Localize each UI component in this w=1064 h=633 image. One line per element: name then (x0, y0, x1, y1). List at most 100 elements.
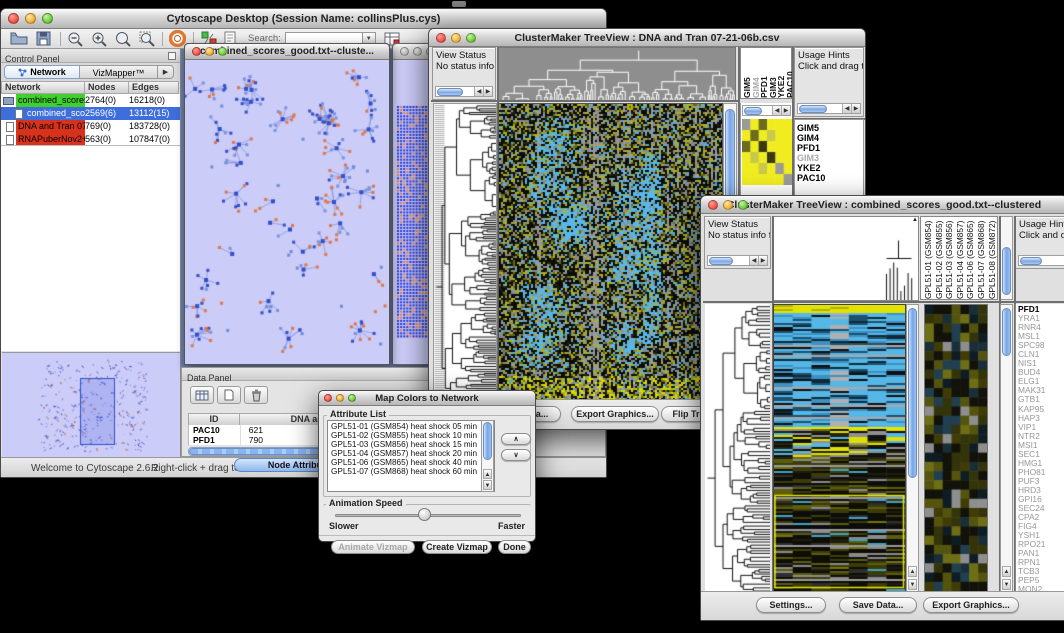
scroll-down-icon[interactable]: ▼ (483, 480, 492, 490)
close-icon[interactable] (192, 47, 201, 56)
minimize-icon[interactable] (336, 394, 344, 402)
view-status-hscrollbar[interactable]: ◀ ▶ (435, 86, 493, 97)
scroll-up-icon[interactable]: ▲ (908, 566, 917, 577)
attribute-item[interactable]: GPL51-04 (GSM857) heat shock 20 min (328, 449, 494, 458)
zoom-window-icon[interactable] (738, 200, 748, 210)
minimize-icon[interactable] (413, 47, 422, 56)
heatmap-global-1[interactable] (498, 103, 723, 401)
scroll-down-icon[interactable]: ▼ (1002, 579, 1011, 590)
zoom-window-icon[interactable] (466, 33, 476, 43)
scroll-right-icon[interactable]: ▶ (851, 104, 860, 113)
row-dendrogram-1[interactable] (433, 103, 497, 401)
animate-vizmap-button[interactable]: Animate Vizmap (331, 540, 415, 554)
scroll-down-icon[interactable]: ▼ (908, 579, 917, 590)
hscroll-thumb[interactable] (709, 257, 733, 265)
attribute-item[interactable]: GPL51-07 (GSM868) heat shock 60 min (328, 467, 494, 476)
minimize-icon[interactable] (723, 200, 733, 210)
treeview-button[interactable]: Export Graphics... (923, 597, 1019, 613)
close-icon[interactable] (400, 47, 409, 56)
gene-label[interactable]: PFD1 (795, 143, 863, 153)
scroll-right-icon[interactable]: ▶ (758, 256, 767, 265)
close-icon[interactable] (708, 200, 718, 210)
column-dendrogram-1[interactable] (498, 47, 736, 101)
minimize-icon[interactable] (205, 47, 214, 56)
heatmap-zoom-2[interactable] (924, 304, 988, 592)
move-attribute-up-button[interactable]: ∧ (501, 433, 531, 445)
zoom-in-icon[interactable] (91, 31, 108, 47)
treeview-button[interactable]: Save Data... (839, 597, 917, 613)
create-vizmap-button[interactable]: Create Vizmap (422, 540, 492, 554)
delete-attribute-icon[interactable] (244, 386, 268, 404)
network-tree-row[interactable]: DNA and Tran 07769(0)183728(0) (1, 120, 180, 133)
attribute-select-icon[interactable] (190, 386, 214, 404)
genelist-vscrollbar[interactable]: ▲ ▼ (1000, 304, 1013, 592)
gene-label[interactable]: YKE2 (795, 163, 863, 173)
col-header-nodes[interactable]: Nodes (85, 81, 129, 94)
gene-label[interactable]: GIM3 (795, 153, 863, 163)
hscroll-thumb[interactable] (437, 88, 463, 96)
scroll-up-icon[interactable]: ▲ (1002, 566, 1011, 577)
attribute-item[interactable]: GPL51-01 (GSM854) heat shock 05 min (328, 422, 494, 431)
tab-network[interactable]: Network (4, 65, 80, 79)
scroll-left-icon[interactable]: ◀ (749, 256, 758, 265)
gene-label[interactable]: GIM5 (795, 123, 863, 133)
labels-vscrollbar[interactable] (1000, 216, 1013, 300)
heatmap-global-2[interactable] (773, 304, 906, 594)
dialog-titlebar[interactable]: Map Colors to Network (319, 391, 535, 406)
minimize-icon[interactable] (25, 13, 36, 24)
close-icon[interactable] (8, 13, 19, 24)
divider[interactable] (431, 100, 738, 102)
save-icon[interactable] (36, 31, 51, 46)
network-tree-row[interactable]: combined_sco2569(6)13112(15) (1, 107, 180, 120)
attribute-item[interactable]: GPL51-03 (GSM856) heat shock 15 min (328, 440, 494, 449)
slider-thumb[interactable] (418, 508, 431, 521)
network-overview-navigator[interactable] (2, 352, 180, 457)
treeview-button[interactable]: Settings... (756, 597, 826, 613)
column-dendrogram-2[interactable] (773, 216, 919, 301)
zoom-fit-icon[interactable] (139, 31, 156, 47)
zoom-selected-icon[interactable] (115, 31, 132, 47)
row-dendrogram-2[interactable] (705, 304, 770, 592)
treeview2-titlebar[interactable]: ClusterMaker TreeView : combined_scores_… (701, 196, 1064, 214)
vscroll-thumb[interactable] (1002, 247, 1011, 295)
vscroll-thumb[interactable] (483, 422, 492, 460)
treeview1-titlebar[interactable]: ClusterMaker TreeView : DNA and Tran 07-… (429, 29, 865, 47)
view-status-hscrollbar[interactable]: ◀ ▶ (707, 255, 768, 266)
scroll-left-icon[interactable]: ◀ (474, 87, 483, 96)
attribute-item[interactable]: GPL51-02 (GSM855) heat shock 10 min (328, 431, 494, 440)
zoom-window-icon[interactable] (42, 13, 53, 24)
hscroll-thumb[interactable] (744, 107, 762, 115)
network-window-1-titlebar[interactable]: combined_scores_good.txt--cluste... (185, 44, 389, 60)
move-attribute-down-button[interactable]: ∨ (501, 449, 531, 461)
close-icon[interactable] (436, 33, 446, 43)
heatmap-zoom-mini[interactable] (742, 119, 792, 185)
zoom-window-icon[interactable] (218, 47, 227, 56)
vscroll-thumb[interactable] (908, 308, 917, 478)
close-icon[interactable] (324, 394, 332, 402)
minimize-icon[interactable] (451, 33, 461, 43)
hscroll-thumb[interactable] (799, 105, 827, 113)
tab-overflow-arrow[interactable]: ▶ (158, 65, 174, 79)
usage-hints-hscrollbar[interactable]: ◀ ▶ (797, 103, 861, 114)
scroll-right-icon[interactable]: ▶ (483, 87, 492, 96)
hscroll-thumb[interactable] (1020, 257, 1042, 265)
gene-label[interactable]: GIM4 (795, 133, 863, 143)
tab-vizmapper[interactable]: VizMapper™ (80, 65, 158, 79)
divider[interactable] (703, 301, 1064, 303)
main-titlebar[interactable]: Cytoscape Desktop (Session Name: collins… (1, 9, 606, 29)
attribute-item[interactable]: GPL51-06 (GSM865) heat shock 40 min (328, 458, 494, 467)
vscroll-thumb[interactable] (1002, 308, 1011, 356)
open-file-icon[interactable] (10, 31, 28, 46)
zoom-out-icon[interactable] (67, 31, 84, 47)
zoom-hscrollbar[interactable]: ◀ ▶ (742, 105, 791, 116)
heatmap2-vscrollbar[interactable]: ▲ ▼ (906, 304, 919, 592)
network-tree-row[interactable]: combined_scores2764(0)16218(0) (1, 94, 180, 107)
scroll-left-icon[interactable]: ◀ (772, 106, 781, 115)
attribute-vscrollbar[interactable]: ▲ ▼ (481, 420, 494, 492)
done-button[interactable]: Done (498, 540, 531, 554)
gene-label[interactable]: PAC10 (795, 173, 863, 183)
scroll-left-icon[interactable]: ◀ (842, 104, 851, 113)
network-canvas[interactable] (185, 60, 389, 364)
usage-hints-hscrollbar[interactable] (1018, 255, 1064, 266)
attribute-listbox[interactable]: GPL51-01 (GSM854) heat shock 05 minGPL51… (327, 420, 495, 492)
